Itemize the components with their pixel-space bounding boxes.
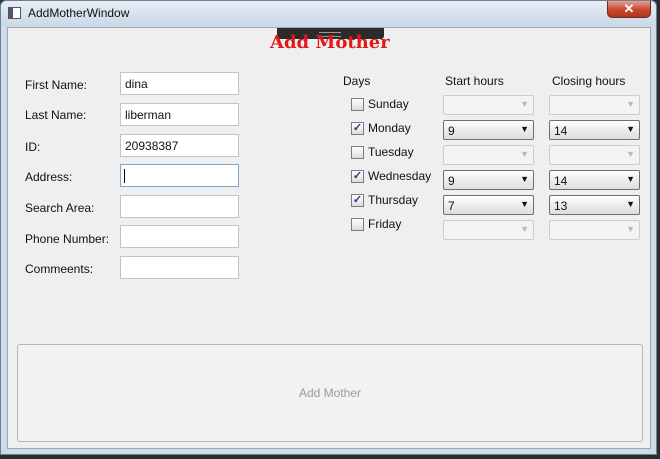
- address-field[interactable]: [120, 164, 239, 187]
- checkbox-wednesday[interactable]: ✓: [351, 170, 364, 183]
- add-mother-button[interactable]: Add Mother: [17, 344, 643, 442]
- search-area-field[interactable]: [120, 195, 239, 218]
- window-title: AddMotherWindow: [28, 6, 130, 20]
- comments-label: Commeents:: [25, 262, 94, 276]
- close-button[interactable]: ✕: [607, 1, 651, 18]
- closing-hour-monday[interactable]: 14 ▼: [549, 120, 640, 140]
- first-name-label: First Name:: [25, 78, 88, 92]
- closing-hour-value: 14: [554, 174, 568, 188]
- days-header: Days: [343, 74, 371, 88]
- window-icon: [8, 7, 21, 19]
- start-hour-tuesday[interactable]: ▼: [443, 145, 534, 165]
- last-name-field[interactable]: liberman: [120, 103, 239, 126]
- chevron-down-icon: ▼: [626, 124, 635, 134]
- phone-number-label: Phone Number:: [25, 232, 110, 246]
- id-field[interactable]: 20938387: [120, 134, 239, 157]
- day-label-tuesday: Tuesday: [368, 145, 414, 159]
- chevron-down-icon: ▼: [520, 99, 529, 109]
- chevron-down-icon: ▼: [626, 199, 635, 209]
- title-bar[interactable]: AddMotherWindow ✕: [1, 1, 656, 26]
- closing-hour-wednesday[interactable]: 14 ▼: [549, 170, 640, 190]
- closing-hour-value: 14: [554, 124, 568, 138]
- start-hour-value: 9: [448, 174, 455, 188]
- checkbox-friday[interactable]: [351, 218, 364, 231]
- chevron-down-icon: ▼: [626, 174, 635, 184]
- day-label-wednesday: Wednesday: [368, 169, 432, 183]
- chevron-down-icon: ▼: [626, 99, 635, 109]
- phone-number-field[interactable]: [120, 225, 239, 248]
- start-hour-sunday[interactable]: ▼: [443, 95, 534, 115]
- start-hours-header: Start hours: [445, 74, 504, 88]
- day-label-monday: Monday: [368, 121, 411, 135]
- closing-hour-tuesday[interactable]: ▼: [549, 145, 640, 165]
- chevron-down-icon: ▼: [626, 149, 635, 159]
- add-mother-button-label: Add Mother: [298, 386, 362, 400]
- chevron-down-icon: ▼: [520, 174, 529, 184]
- address-label: Address:: [25, 170, 73, 184]
- closing-hour-value: 13: [554, 199, 568, 213]
- first-name-field[interactable]: dina: [120, 72, 239, 95]
- id-label: ID:: [25, 140, 41, 154]
- start-hour-value: 7: [448, 199, 455, 213]
- day-label-thursday: Thursday: [368, 193, 419, 207]
- chevron-down-icon: ▼: [520, 124, 529, 134]
- text-cursor: [124, 169, 125, 183]
- chevron-down-icon: ▼: [626, 224, 635, 234]
- start-hour-monday[interactable]: 9 ▼: [443, 120, 534, 140]
- start-hour-value: 9: [448, 124, 455, 138]
- chevron-down-icon: ▼: [520, 199, 529, 209]
- closing-hours-header: Closing hours: [552, 74, 626, 88]
- add-mother-window: AddMotherWindow ✕ Add Mother First Name:…: [0, 0, 657, 455]
- start-hour-thursday[interactable]: 7 ▼: [443, 195, 534, 215]
- last-name-label: Last Name:: [25, 108, 87, 122]
- closing-hour-friday[interactable]: ▼: [549, 220, 640, 240]
- chevron-down-icon: ▼: [520, 224, 529, 234]
- start-hour-wednesday[interactable]: 9 ▼: [443, 170, 534, 190]
- checkbox-monday[interactable]: ✓: [351, 122, 364, 135]
- page-title: Add Mother: [270, 32, 390, 53]
- day-label-sunday: Sunday: [368, 97, 409, 111]
- closing-hour-sunday[interactable]: ▼: [549, 95, 640, 115]
- checkbox-thursday[interactable]: ✓: [351, 194, 364, 207]
- checkbox-tuesday[interactable]: [351, 146, 364, 159]
- form-area: Add Mother First Name: dina Last Name: l…: [7, 27, 651, 449]
- start-hour-friday[interactable]: ▼: [443, 220, 534, 240]
- chevron-down-icon: ▼: [520, 149, 529, 159]
- closing-hour-thursday[interactable]: 13 ▼: [549, 195, 640, 215]
- day-label-friday: Friday: [368, 217, 402, 231]
- comments-field[interactable]: [120, 256, 239, 279]
- checkbox-sunday[interactable]: [351, 98, 364, 111]
- search-area-label: Search Area:: [25, 201, 95, 215]
